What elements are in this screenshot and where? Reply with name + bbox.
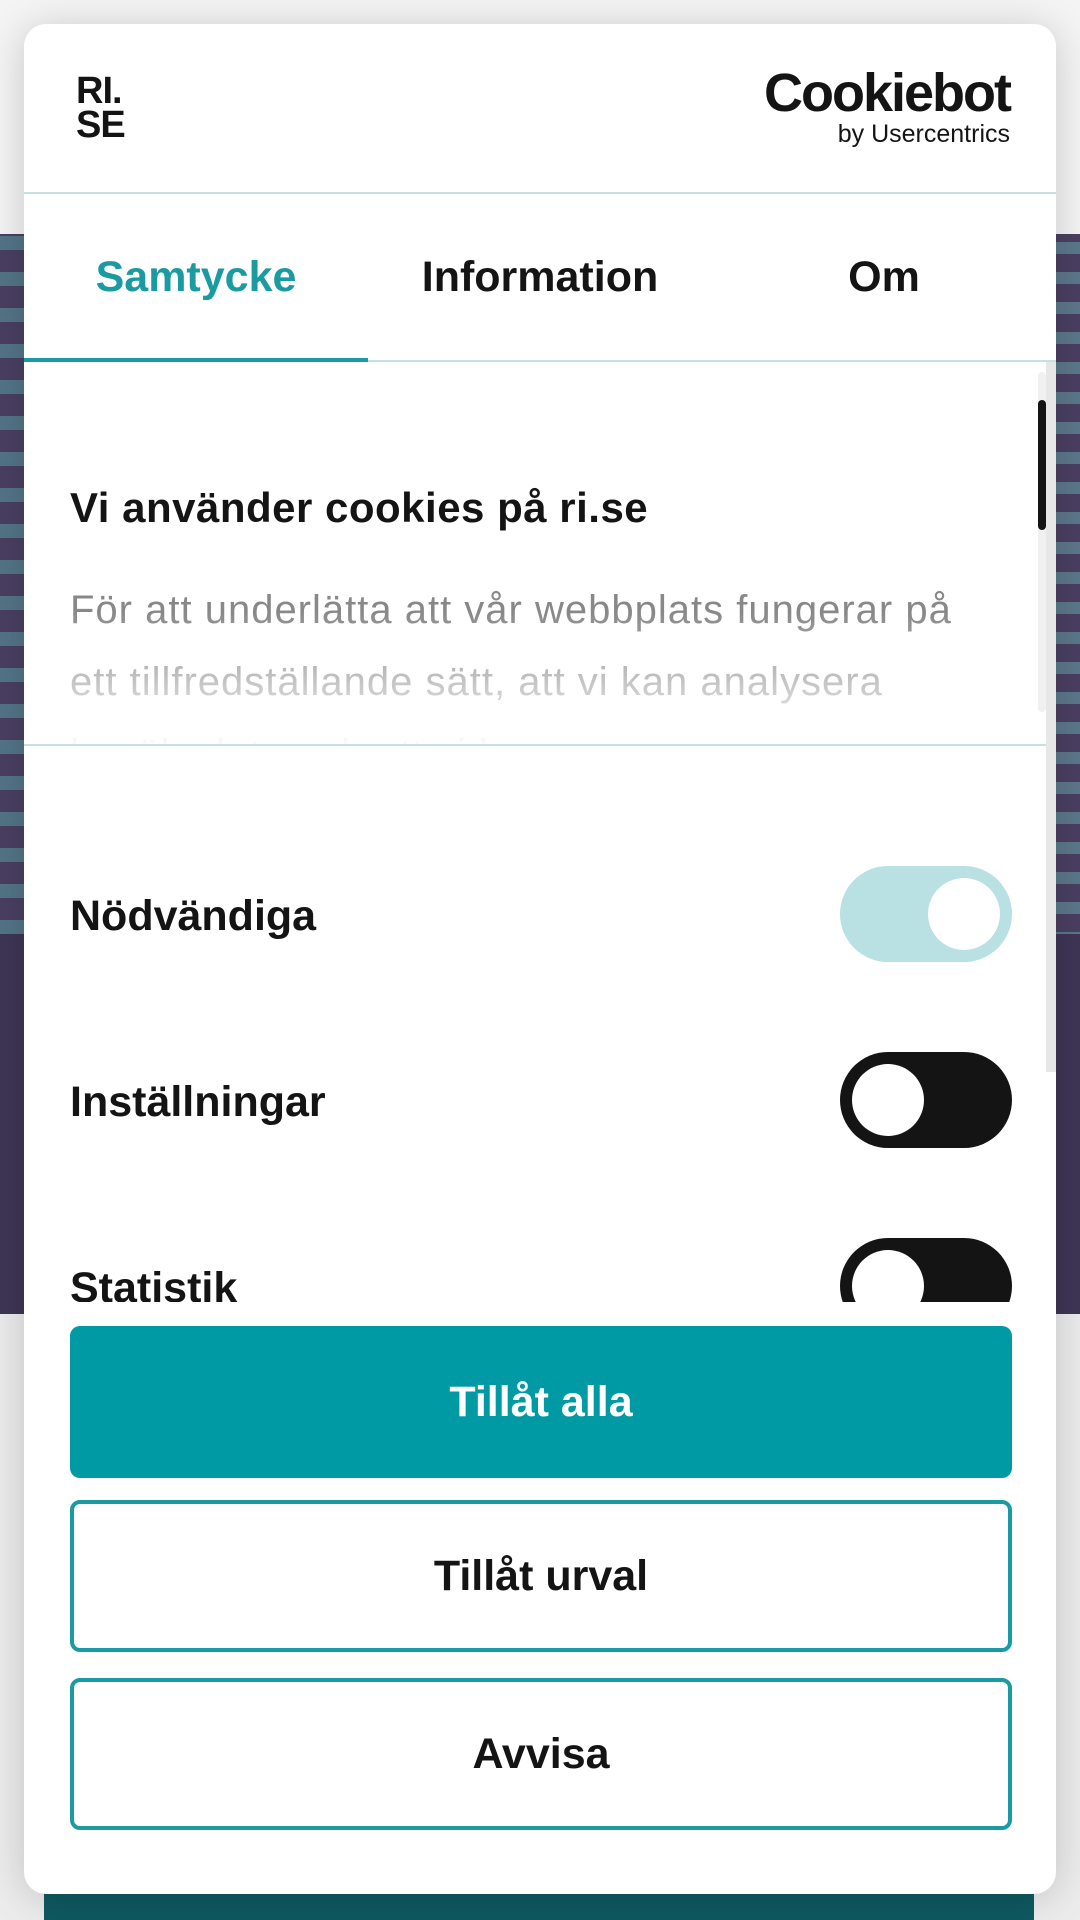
toggle-knob	[928, 878, 1000, 950]
category-label: Inställningar	[70, 1078, 326, 1126]
consent-intro-title: Vi använder cookies på ri.se	[70, 484, 649, 531]
rise-logo-line-1: RI.	[76, 70, 123, 112]
category-row-statistik: Statistik	[24, 1234, 1056, 1302]
consent-intro-text: För att underlätta att vår webbplats fun…	[70, 588, 952, 744]
consent-intro-scroll-area[interactable]: Vi använder cookies på ri.se För att und…	[24, 362, 1056, 746]
allow-all-button[interactable]: Tillåt alla	[70, 1326, 1012, 1478]
intro-scrollbar-thumb[interactable]	[1038, 400, 1046, 530]
toggle-nodvandiga[interactable]	[840, 866, 1012, 962]
consent-categories: Nödvändiga Inställningar Statistik	[24, 746, 1056, 1302]
cookie-consent-dialog: RI. SE Cookiebot by Usercentrics Samtyck…	[24, 24, 1056, 1894]
background-page-banner	[44, 1890, 1034, 1920]
rise-logo-line-2: SE	[76, 104, 126, 146]
consent-tabs: Samtycke Information Om	[24, 194, 1056, 362]
toggle-knob	[852, 1064, 924, 1136]
toggle-statistik[interactable]	[840, 1238, 1012, 1302]
toggle-knob	[852, 1250, 924, 1302]
dialog-header: RI. SE Cookiebot by Usercentrics	[24, 24, 1056, 194]
cookiebot-logo-name: Cookiebot	[764, 63, 1012, 123]
decline-button[interactable]: Avvisa	[70, 1678, 1012, 1830]
category-label: Nödvändiga	[70, 892, 317, 940]
tab-samtycke[interactable]: Samtycke	[24, 194, 368, 362]
tab-information[interactable]: Information	[368, 194, 712, 360]
tab-om[interactable]: Om	[712, 194, 1056, 360]
rise-logo: RI. SE	[76, 70, 140, 154]
category-row-nodvandiga: Nödvändiga	[24, 862, 1056, 962]
category-row-installningar: Inställningar	[24, 1048, 1056, 1148]
toggle-installningar[interactable]	[840, 1052, 1012, 1148]
cookiebot-logo[interactable]: Cookiebot by Usercentrics	[764, 63, 1012, 148]
allow-selection-button[interactable]: Tillåt urval	[70, 1500, 1012, 1652]
category-label: Statistik	[70, 1264, 238, 1302]
cookiebot-logo-sub: by Usercentrics	[837, 120, 1010, 148]
